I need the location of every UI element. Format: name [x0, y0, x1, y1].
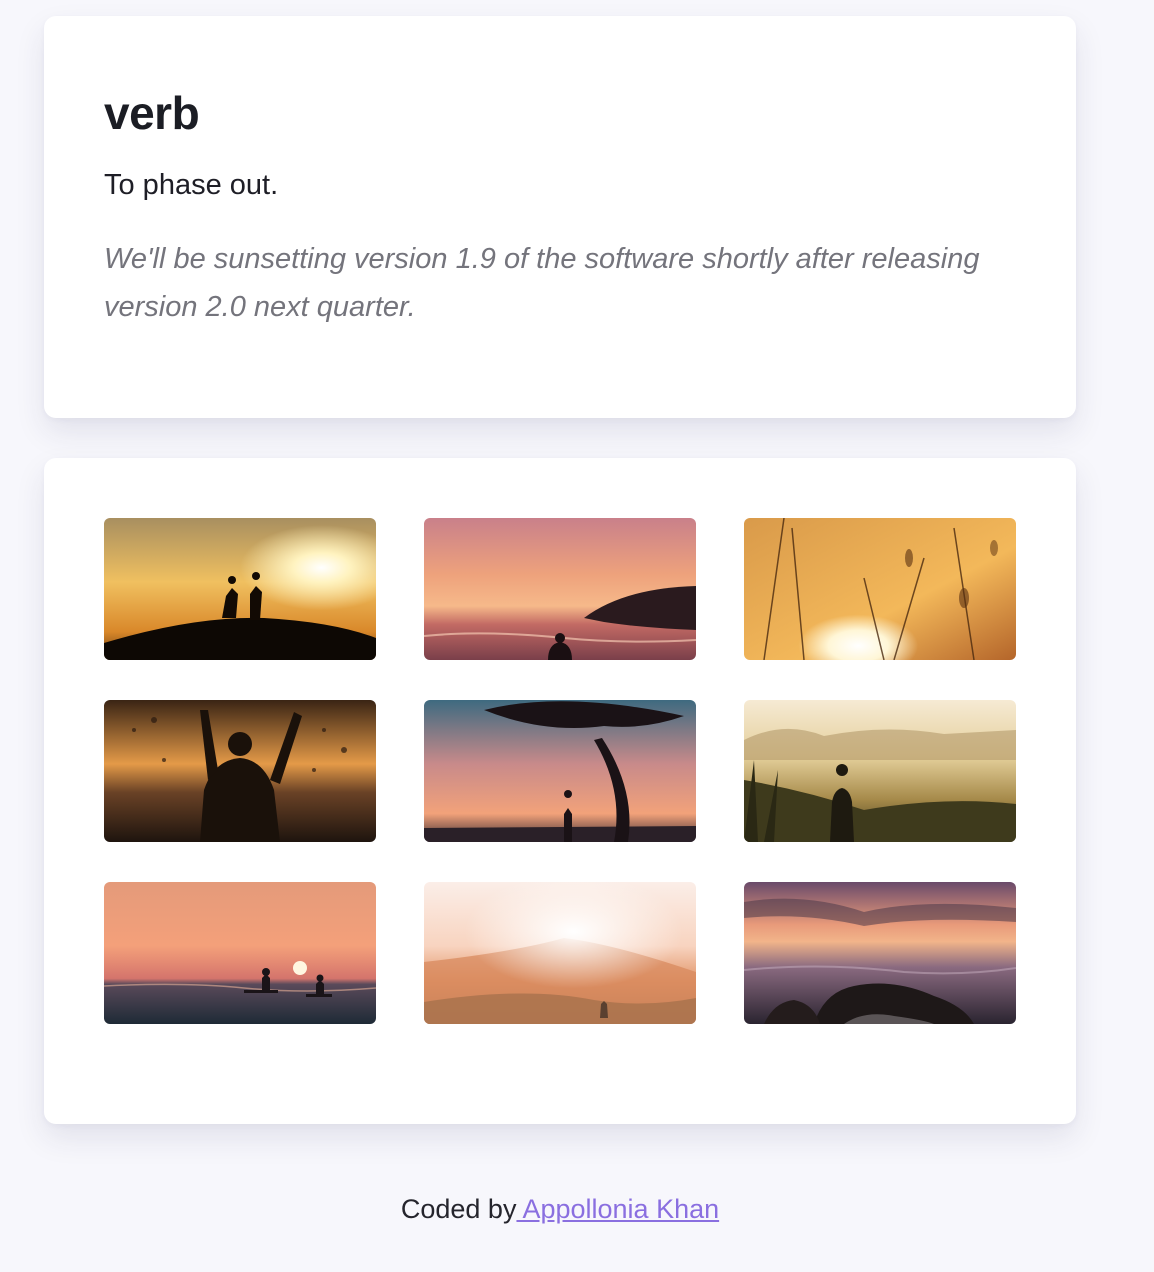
definition-card: verb To phase out. We'll be sunsetting v… — [44, 16, 1076, 418]
tree-silhouette-city-photo — [424, 700, 696, 842]
part-of-speech-heading: verb — [104, 87, 200, 139]
wheat-grass-sun-photo — [744, 518, 1016, 660]
misty-valley-hiker-photo — [744, 700, 1016, 842]
couple-silhouette-sunset-photo — [104, 518, 376, 660]
image-grid — [104, 518, 1016, 1024]
image-gallery-card — [44, 458, 1076, 1124]
author-link[interactable]: Appollonia Khan — [516, 1194, 719, 1224]
splashing-swimmer-photo — [104, 700, 376, 842]
footer-prefix: Coded by — [400, 1194, 517, 1224]
example-sentence: We'll be sunsetting version 1.9 of the s… — [104, 243, 980, 323]
footer-credit: Coded by Appollonia Khan — [0, 1194, 1120, 1225]
definition-text: To phase out. — [104, 169, 279, 201]
rocky-shore-sunset-photo — [744, 882, 1016, 1024]
ocean-pink-sky-photo — [424, 518, 696, 660]
paddleboarders-sunset-photo — [104, 882, 376, 1024]
desert-dunes-glow-photo — [424, 882, 696, 1024]
